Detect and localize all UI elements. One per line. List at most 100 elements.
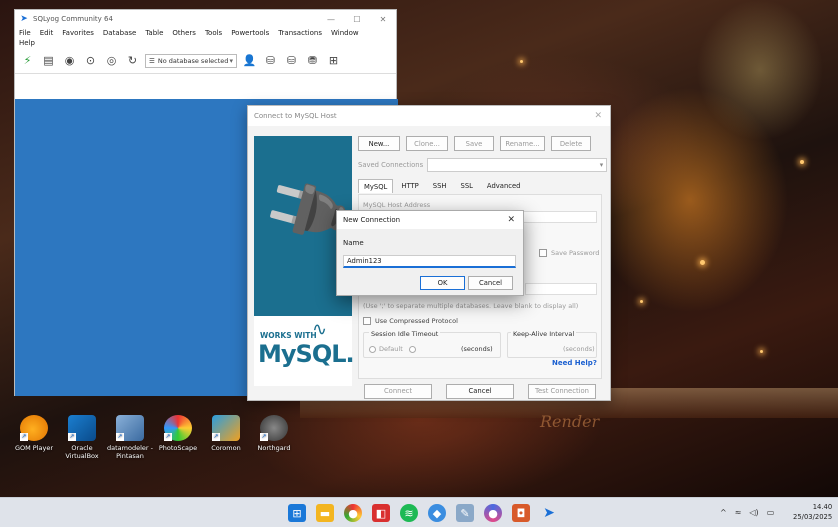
taskbar-clock[interactable]: 14.40 25/03/2025 (793, 502, 832, 522)
compressed-protocol-checkbox[interactable]: Use Compressed Protocol (363, 317, 458, 325)
new-connection-icon[interactable]: ⚡ (19, 52, 36, 69)
shortcut-arrow-icon: ↗ (260, 433, 268, 441)
desktop-icon-label: Northgard (257, 444, 291, 452)
saved-connections-select[interactable]: ▾ (427, 158, 608, 172)
cancel-button[interactable]: Cancel (446, 383, 514, 399)
tab-http[interactable]: HTTP (395, 179, 424, 193)
sqlyog-taskbar-icon[interactable]: ➤ (540, 504, 558, 522)
refresh-icon[interactable]: ↻ (124, 52, 141, 69)
new-button[interactable]: New... (358, 136, 400, 151)
menu-help[interactable]: Help (19, 38, 35, 48)
test-connection-button[interactable]: Test Connection (528, 383, 596, 399)
custom-timeout-radio[interactable] (408, 345, 416, 353)
file-explorer-icon[interactable]: ▬ (316, 504, 334, 522)
table-icon[interactable]: ⊞ (325, 52, 342, 69)
save-button[interactable]: Save (454, 136, 494, 151)
database-input[interactable] (525, 283, 597, 295)
clone-button[interactable]: Clone... (406, 136, 448, 151)
tab-mysql[interactable]: MySQL (358, 179, 394, 193)
desktop-icon-coromon[interactable]: ↗ Coromon (202, 415, 250, 452)
rename-button[interactable]: Rename... (500, 136, 545, 151)
office-icon[interactable]: ◘ (512, 504, 530, 522)
volume-icon[interactable]: ◁) (749, 508, 758, 517)
wallpaper-light (640, 300, 643, 303)
restore-icon[interactable]: ⛁ (283, 52, 300, 69)
default-radio-dot[interactable] (369, 345, 376, 353)
close-icon[interactable]: ✕ (370, 15, 396, 24)
desktop-icon-datamodeler[interactable]: ↗ datamodeler - Pintasan (106, 415, 154, 460)
execute-all-icon[interactable]: ⊙ (82, 52, 99, 69)
chevron-up-icon[interactable]: ^ (720, 508, 727, 517)
shortcut-arrow-icon: ↗ (212, 433, 220, 441)
chrome-icon[interactable]: ● (344, 504, 362, 522)
menu-tools[interactable]: Tools (205, 28, 222, 38)
taskbar-apps: ⊞ ▬ ● ◧ ≋ ◆ ✎ ● ◘ ➤ (288, 504, 558, 522)
chevron-down-icon: ▾ (599, 161, 604, 169)
tab-ssl[interactable]: SSL (455, 179, 479, 193)
desktop-icon-gom-player[interactable]: ↗ GOM Player (10, 415, 58, 452)
connect-dialog-titlebar[interactable]: Connect to MySQL Host ✕ (248, 106, 610, 126)
shortcut-arrow-icon: ↗ (68, 433, 76, 441)
menu-file[interactable]: File (19, 28, 31, 38)
wifi-icon[interactable]: ≈ (735, 508, 742, 517)
tab-ssh[interactable]: SSH (427, 179, 453, 193)
stop-icon[interactable]: ◎ (103, 52, 120, 69)
sql-editor-icon[interactable]: ▤ (40, 52, 57, 69)
connect-button[interactable]: Connect (364, 383, 432, 399)
start-icon[interactable]: ⊞ (288, 504, 306, 522)
saved-connections-label: Saved Connections (358, 161, 424, 169)
desktop-icon-photoscape[interactable]: ↗ PhotoScape (154, 415, 202, 452)
menu-table[interactable]: Table (145, 28, 163, 38)
name-label: Name (343, 239, 364, 247)
shortcut-arrow-icon: ↗ (116, 433, 124, 441)
keepalive-label: Keep-Alive Interval (511, 330, 577, 338)
ok-button[interactable]: OK (420, 276, 465, 290)
menu-transactions[interactable]: Transactions (278, 28, 322, 38)
vscode-icon[interactable]: ◆ (428, 504, 446, 522)
tab-advanced[interactable]: Advanced (481, 179, 527, 193)
save-password-box[interactable] (539, 249, 547, 257)
close-icon[interactable]: ✕ (594, 111, 610, 121)
battery-icon[interactable]: ▭ (767, 508, 775, 517)
default-radio[interactable]: Default (369, 345, 419, 353)
menu-others[interactable]: Others (172, 28, 196, 38)
dolphin-icon: ∿ (312, 319, 328, 340)
desktop-icon-virtualbox[interactable]: ↗ Oracle VirtualBox (58, 415, 106, 460)
save-password-checkbox[interactable]: Save Password (539, 249, 599, 257)
close-icon[interactable]: ✕ (507, 215, 523, 225)
menu-favorites[interactable]: Favorites (62, 28, 94, 38)
compressed-protocol-box[interactable] (363, 317, 371, 325)
desktop-icon-label: Oracle VirtualBox (65, 444, 99, 460)
taskbar: ⊞ ▬ ● ◧ ≋ ◆ ✎ ● ◘ ➤ ^ ≈ ◁) ▭ 14.40 25/03… (0, 497, 838, 527)
connect-dialog-title: Connect to MySQL Host (254, 112, 337, 120)
compressed-protocol-label: Use Compressed Protocol (375, 317, 458, 325)
clock-date: 25/03/2025 (793, 513, 833, 521)
save-password-label: Save Password (551, 249, 600, 257)
photoscape-icon: ↗ (164, 415, 192, 441)
backup-icon[interactable]: ⛁ (262, 52, 279, 69)
notepad-icon[interactable]: ✎ (456, 504, 474, 522)
minimize-icon[interactable]: — (318, 15, 344, 24)
menu-database[interactable]: Database (103, 28, 136, 38)
databases-hint: (Use ';' to separate multiple databases.… (363, 302, 579, 310)
chrome-profile-icon[interactable]: ● (484, 504, 502, 522)
menu-window[interactable]: Window (331, 28, 359, 38)
cancel-button[interactable]: Cancel (468, 276, 513, 290)
connection-name-input[interactable]: Admin123 (343, 255, 516, 268)
northgard-icon: ↗ (260, 415, 288, 441)
app-red-icon[interactable]: ◧ (372, 504, 390, 522)
new-connection-titlebar[interactable]: New Connection ✕ (337, 211, 523, 229)
desktop-icon-northgard[interactable]: ↗ Northgard (250, 415, 298, 452)
menu-powertools[interactable]: Powertools (231, 28, 269, 38)
database-select[interactable]: ☰ No database selected ▾ (145, 53, 237, 68)
schema-sync-icon[interactable]: ⛃ (304, 52, 321, 69)
maximize-icon[interactable]: ☐ (344, 15, 370, 24)
new-connection-dialog: New Connection ✕ Name Admin123 OK Cancel (336, 210, 524, 296)
user-manager-icon[interactable]: 👤 (241, 52, 258, 69)
menu-edit[interactable]: Edit (40, 28, 54, 38)
delete-button[interactable]: Delete (551, 136, 591, 151)
spotify-icon[interactable]: ≋ (400, 504, 418, 522)
execute-query-icon[interactable]: ◉ (61, 52, 78, 69)
sqlyog-titlebar[interactable]: ➤ SQLyog Community 64 — ☐ ✕ (15, 10, 396, 28)
need-help-link[interactable]: Need Help? (552, 359, 597, 367)
